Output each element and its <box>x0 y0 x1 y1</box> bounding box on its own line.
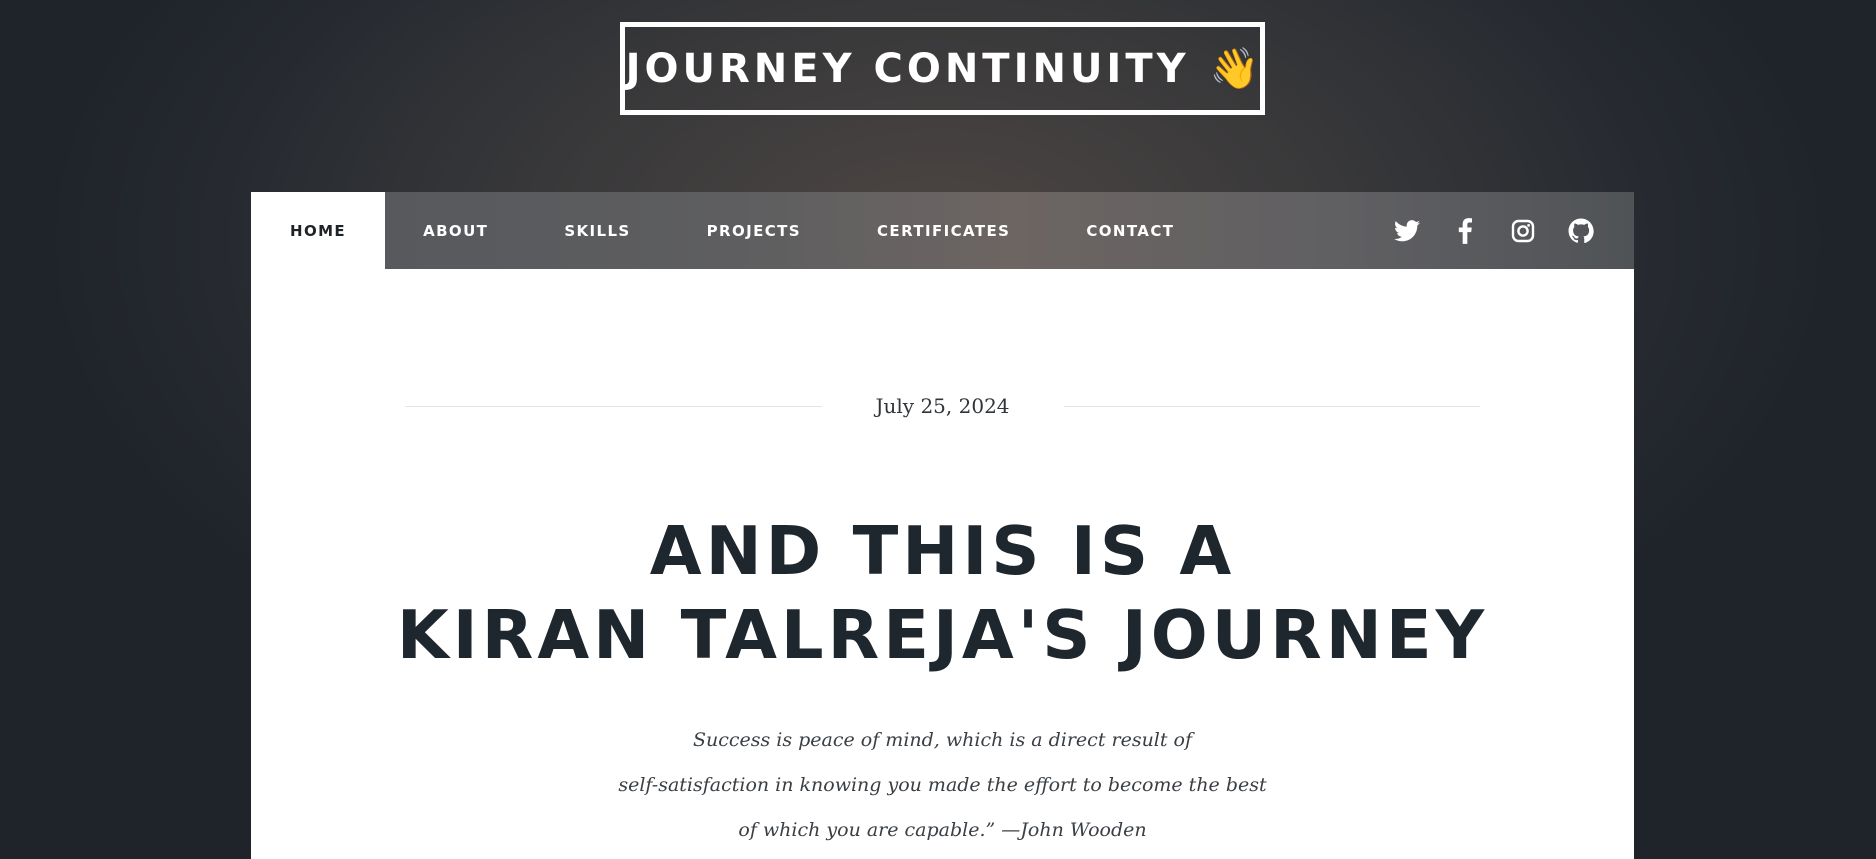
twitter-icon[interactable] <box>1378 192 1436 269</box>
main-nav: HOME ABOUT SKILLS PROJECTS CERTIFICATES … <box>251 192 1634 269</box>
post-date: July 25, 2024 <box>875 394 1010 418</box>
post-quote: Success is peace of mind, which is a dir… <box>251 718 1634 853</box>
quote-line-1: Success is peace of mind, which is a dir… <box>692 729 1193 751</box>
main-content: July 25, 2024 AND THIS IS A KIRAN TALREJ… <box>251 269 1634 859</box>
nav-item-label: HOME <box>290 221 347 240</box>
post-date-row: July 25, 2024 <box>405 391 1481 421</box>
social-links <box>1378 192 1634 269</box>
divider-line <box>1063 405 1481 407</box>
facebook-icon[interactable] <box>1436 192 1494 269</box>
site-title: JOURNEY CONTINUITY <box>625 45 1190 92</box>
post-title[interactable]: AND THIS IS A KIRAN TALREJA'S JOURNEY <box>251 509 1634 677</box>
wave-emoji-icon: 👋 <box>1209 46 1260 92</box>
nav-item-label: CERTIFICATES <box>877 221 1011 240</box>
instagram-icon[interactable] <box>1494 192 1552 269</box>
site-logo[interactable]: JOURNEY CONTINUITY 👋 <box>620 22 1265 115</box>
github-icon[interactable] <box>1552 192 1610 269</box>
nav-item-contact[interactable]: CONTACT <box>1048 192 1212 269</box>
nav-item-label: PROJECTS <box>706 221 802 240</box>
nav-item-certificates[interactable]: CERTIFICATES <box>839 192 1048 269</box>
post-title-line-1: AND THIS IS A <box>649 512 1236 590</box>
nav-item-label: CONTACT <box>1086 221 1175 240</box>
quote-line-3: of which you are capable.” —John Wooden <box>738 819 1147 841</box>
post-title-line-2: KIRAN TALREJA'S JOURNEY <box>396 596 1489 674</box>
nav-item-home[interactable]: HOME <box>251 192 386 269</box>
nav-item-label: ABOUT <box>423 221 489 240</box>
divider-line <box>405 405 822 407</box>
nav-item-label: SKILLS <box>564 221 631 240</box>
nav-item-projects[interactable]: PROJECTS <box>669 192 839 269</box>
nav-item-about[interactable]: ABOUT <box>385 192 526 269</box>
quote-line-2: self-satisfaction in knowing you made th… <box>618 774 1267 796</box>
nav-item-skills[interactable]: SKILLS <box>526 192 668 269</box>
